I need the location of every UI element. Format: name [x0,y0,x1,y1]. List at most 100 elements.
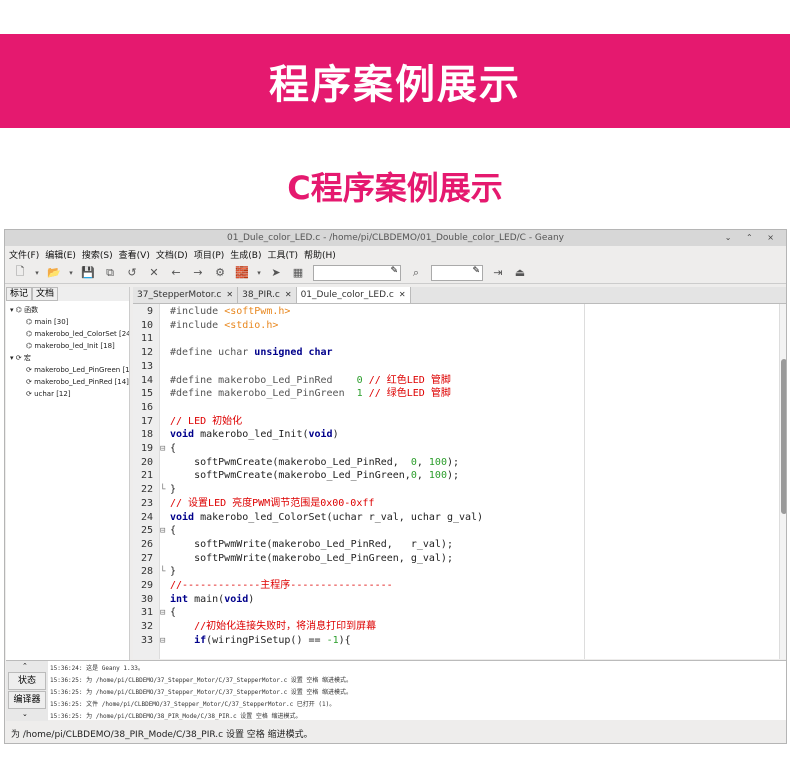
tabs-up-arrow-icon[interactable]: ⌃ [22,662,28,670]
menu-item[interactable]: 查看(V) [119,248,150,261]
compile-icon[interactable]: ⚙ [209,264,231,282]
code-line: 13 [133,360,773,374]
forward-arrow-icon[interactable]: → [187,264,209,282]
tabs-down-arrow-icon[interactable]: ⌄ [22,710,28,718]
close-tab-icon[interactable]: ✕ [226,290,233,299]
tab-compiler[interactable]: 编译器 [8,691,46,709]
tab-symbols[interactable]: 标记 [6,287,33,301]
back-arrow-icon[interactable]: ← [165,264,187,282]
line-number: 22 [140,484,153,496]
menu-item[interactable]: 文档(D) [156,248,188,261]
code-text: softPwmCreate(makerobo_Led_PinRed, 0, 10… [170,456,460,468]
save-icon[interactable]: 💾 [77,264,99,282]
line-number: 29 [140,580,153,591]
tree-item[interactable]: ⟳ uchar [12] [6,388,129,400]
menu-item[interactable]: 帮助(H) [304,248,336,261]
new-dropdown-icon[interactable]: ▾ [31,264,43,282]
line-number: 26 [140,538,153,550]
code-text: //-------------主程序----------------- [170,580,393,591]
color-chooser-icon[interactable]: ▦ [287,264,309,282]
code-line: 24 void makerobo_led_ColorSet(uchar r_val… [133,511,773,525]
clear-icon[interactable]: ✎ [390,266,398,276]
editor-tab[interactable]: 38_PIR.c ✕ [238,287,297,303]
code-line: 18 void makerobo_led_Init(void) [133,428,773,442]
code-line: 29 //-------------主程序----------------- [133,579,773,593]
code-text: //初始化连接失败时，将消息打印到屏幕 [194,621,377,633]
code-text: } [170,566,177,578]
tab-status[interactable]: 状态 [8,672,46,690]
code-text: #define uchar unsigned char [170,347,333,359]
goto-line-icon[interactable]: ⇥ [487,264,509,282]
editor-tab-label: 38_PIR.c [242,290,280,300]
tab-documents[interactable]: 文档 [32,287,59,301]
tree-item[interactable]: ▾ ⟳ 宏 [6,352,129,364]
clear-line-icon[interactable]: ✎ [472,266,480,276]
fold-marker[interactable]: ⊟ [160,442,168,456]
close-tab-icon[interactable]: ✕ [399,290,406,299]
code-line: 31 ⊟{ [133,606,773,620]
code-line: 11 [133,332,773,346]
open-file-icon[interactable]: 📂 [43,264,65,282]
fold-marker[interactable]: ⊟ [160,606,168,620]
menu-item[interactable]: 搜索(S) [82,248,113,261]
tree-item[interactable]: ⟳ makerobo_Led_PinRed [14] [6,376,129,388]
message-line: 15:36:25: 为 /home/pi/CLBDEMO/38_PIR_Mode… [50,713,302,720]
build-dropdown-icon[interactable]: ▾ [253,264,265,282]
code-text: { [170,607,177,619]
message-line: 15:36:25: 文件 /home/pi/CLBDEMO/37_Stepper… [50,701,336,708]
code-line: 14 #define makerobo_Led_PinRed 0 // 红色LED… [133,374,773,388]
revert-icon[interactable]: ↺ [121,264,143,282]
build-icon[interactable]: 🧱 [231,264,253,282]
editor-tab[interactable]: 37_StepperMotor.c ✕ [133,287,239,303]
page-subtitle: C程序案例展示 [287,169,503,207]
fold-marker[interactable]: ⊟ [160,634,168,648]
menu-item[interactable]: 编辑(E) [45,248,76,261]
editor-scrollbar[interactable] [779,304,786,659]
tree-item[interactable]: ⌬ main [30] [6,316,129,328]
line-number: 31 [140,607,153,619]
close-tab-icon[interactable]: ✕ [285,290,292,299]
menu-item[interactable]: 工具(T) [267,248,298,261]
tree-item[interactable]: ⌬ makerobo_led_ColorSet [24] [6,328,129,340]
search-input[interactable]: ✎ [313,264,401,281]
line-number: 27 [140,552,153,564]
fold-marker[interactable]: └ [160,483,168,497]
save-all-icon[interactable]: ⧉ [99,264,121,282]
tree-item[interactable]: ⟳ makerobo_Led_PinGreen [15] [6,364,129,376]
message-line: 15:36:25: 为 /home/pi/CLBDEMO/37_Stepper_… [50,677,353,684]
code-line: 10 #include <stdio.h> [133,319,773,333]
code-line: 22 └} [133,483,773,497]
banner-title: 程序案例展示 [269,62,521,108]
code-line: 19 ⊟{ [133,442,773,456]
tree-item[interactable]: ▾ ⌬ 函数 [6,304,129,316]
menu-item[interactable]: 生成(B) [230,248,261,261]
new-file-icon[interactable]: 🗋 [9,264,31,282]
menu-item[interactable]: 项目(P) [194,248,224,261]
editor-tab[interactable]: 01_Dule_color_LED.c ✕ [296,287,411,303]
window-title: 01_Dule_color_LED.c - /home/pi/CLBDEMO/0… [227,233,564,243]
code-editor[interactable]: 9 #include <softPwm.h> 10 #include <stdio.h… [133,304,786,659]
goto-line-input[interactable]: ✎ [431,264,483,281]
window-controls[interactable]: ⌄ ⌃ × [725,230,780,246]
scrollbar-thumb[interactable] [781,359,786,514]
menu-item[interactable]: 文件(F) [9,248,39,261]
fold-marker[interactable]: ⊟ [160,524,168,538]
line-number: 33 [140,634,153,646]
run-icon[interactable]: ➤ [265,264,287,282]
menu-bar: 文件(F) 编辑(E) 搜索(S) 查看(V) 文档(D) 项目(P) 生成(B) 工具(T)… [5,246,786,262]
code-text: softPwmCreate(makerobo_Led_PinGreen,0, 1… [170,470,460,482]
code-text: #include <stdio.h> [170,319,279,331]
tree-item[interactable]: ⌬ makerobo_led_Init [18] [6,340,129,352]
code-line: 9 #include <softPwm.h> [133,305,773,319]
fold-marker[interactable]: └ [160,565,168,579]
editor-tabs: 37_StepperMotor.c ✕ 38_PIR.c ✕ 01_Dule_color… [133,287,786,304]
toolbar: 🗋 ▾ 📂 ▾ 💾 ⧉ ↺ ✕ ← → ⚙ 🧱 ▾ ➤ ▦ ✎ ⌕ ✎ ⇥ ⏏ [5,262,786,284]
open-dropdown-icon[interactable]: ▾ [65,264,77,282]
line-number: 20 [140,456,153,468]
sidebar-tabs: 标记 文档 [6,287,129,301]
close-file-icon[interactable]: ✕ [143,264,165,282]
geany-window: 01_Dule_color_LED.c - /home/pi/CLBDEMO/0… [4,229,787,744]
search-icon[interactable]: ⌕ [405,264,427,282]
line-number: 23 [140,497,153,509]
quit-icon[interactable]: ⏏ [509,264,531,282]
